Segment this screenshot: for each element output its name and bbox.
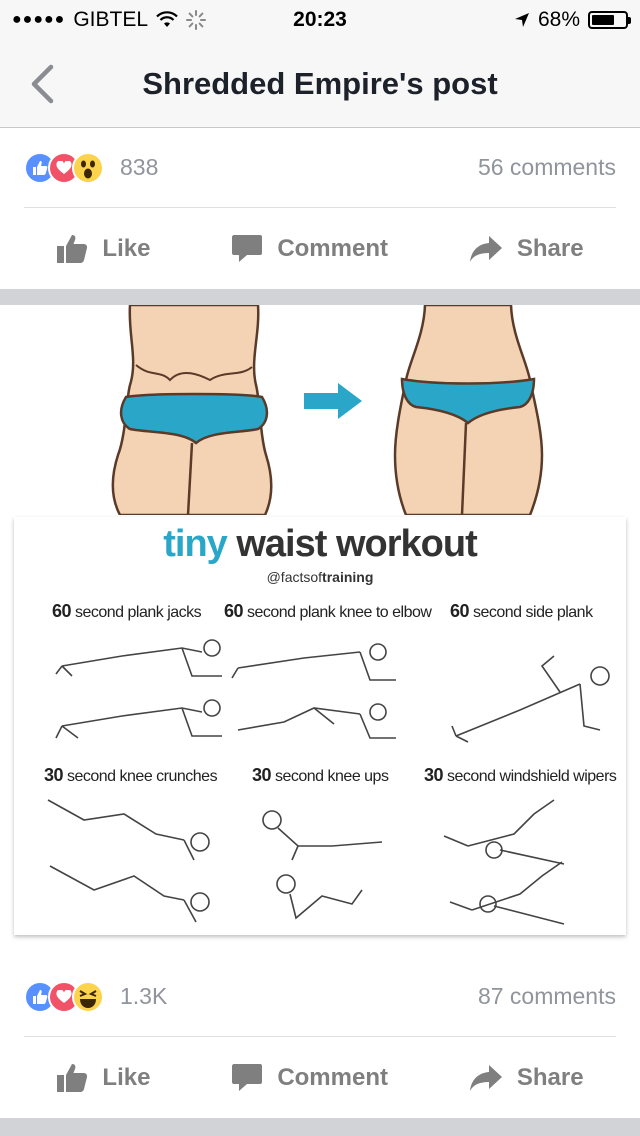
nav-bar: Shredded Empire's post [0, 40, 640, 128]
workout-handle: @factsoftraining [14, 569, 626, 585]
reactions-summary-2: 1.3K 87 comments [24, 957, 616, 1037]
workout-title-rest: waist workout [226, 523, 477, 565]
exercise-name: second knee crunches [63, 768, 218, 785]
signal-dots-icon: ●●●●● [12, 11, 66, 28]
workout-title-accent: tiny [163, 523, 228, 565]
windshield-wipers-figure-illustration [443, 799, 565, 925]
wifi-icon [156, 11, 178, 27]
comments-count-link[interactable]: 56 comments [478, 154, 616, 181]
side-plank-figure-illustration [451, 655, 610, 743]
exercise-knee-crunches: 30 second knee crunches [44, 765, 244, 935]
exercise-plank-knee-to-elbow: 60 second plank knee to elbow [224, 601, 432, 751]
exercise-side-plank: 60 second side plank [450, 601, 640, 751]
plank-figure-illustration [55, 639, 222, 739]
reactions-summary: 838 56 comments [24, 128, 616, 208]
exercise-name: second side plank [469, 604, 593, 621]
like-button[interactable]: Like [56, 1063, 150, 1093]
share-arrow-icon [469, 1065, 502, 1091]
knee-crunch-figure-illustration [47, 799, 210, 923]
exercise-seconds: 60 [450, 601, 470, 621]
workout-title: tiny waist workout [14, 523, 626, 566]
wow-reaction-icon [72, 151, 104, 184]
exercise-seconds: 30 [252, 765, 272, 785]
status-bar: ●●●●● GIBTEL 20:23 68% [0, 0, 640, 40]
battery-icon [588, 11, 631, 29]
post-divider [0, 289, 640, 305]
exercise-name: second plank knee to elbow [243, 604, 432, 621]
exercise-seconds: 30 [424, 765, 444, 785]
reactions-button-2[interactable]: 1.3K [24, 980, 168, 1013]
comments-count-link[interactable]: 87 comments [478, 983, 616, 1010]
share-label: Share [516, 235, 584, 262]
workout-card: tiny waist workout @factsoftraining 60 s… [14, 517, 626, 935]
thumbs-up-icon [57, 235, 88, 263]
plank-knee-figure-illustration [231, 643, 396, 739]
exercise-name: second plank jacks [71, 604, 202, 621]
reaction-count: 838 [120, 154, 159, 180]
exercise-knee-ups: 30 second knee ups [252, 765, 452, 935]
page-title: Shredded Empire's post [142, 65, 498, 101]
action-bar-2: Like Comment Share [0, 1038, 640, 1118]
haha-reaction-icon [72, 980, 104, 1013]
comment-label: Comment [277, 235, 388, 262]
share-button[interactable]: Share [469, 235, 584, 263]
comment-bubble-icon [232, 235, 263, 262]
exercise-name: second windshield wipers [443, 768, 617, 785]
battery-percent: 68% [537, 8, 580, 31]
battery-fill [592, 15, 614, 25]
share-button[interactable]: Share [469, 1064, 584, 1092]
action-bar: Like Comment Share [0, 209, 640, 289]
like-label: Like [102, 235, 151, 262]
chevron-left-icon [31, 64, 54, 104]
carrier-name: GIBTEL [73, 8, 149, 31]
exercise-seconds: 60 [52, 601, 72, 621]
share-label: Share [516, 1064, 584, 1091]
handle-bold: training [322, 569, 374, 585]
post-image[interactable]: tiny waist workout @factsoftraining 60 s… [0, 305, 640, 965]
comment-bubble-icon [232, 1064, 263, 1091]
knee-ups-figure-illustration [262, 810, 383, 920]
reaction-count: 1.3K [120, 983, 168, 1009]
thumbs-up-icon [57, 1064, 88, 1092]
before-after-illustration [111, 305, 544, 515]
exercise-seconds: 60 [224, 601, 244, 621]
location-arrow-icon [514, 13, 529, 27]
comment-button[interactable]: Comment [231, 234, 388, 264]
activity-spinner-icon [186, 10, 207, 30]
like-button[interactable]: Like [56, 234, 150, 264]
exercise-name: second knee ups [271, 768, 389, 785]
reactions-button[interactable]: 838 [24, 151, 159, 184]
handle-prefix: @factsof [266, 569, 323, 585]
comment-label: Comment [277, 1064, 388, 1091]
comment-button[interactable]: Comment [231, 1063, 388, 1093]
post-divider-2 [0, 1118, 640, 1136]
back-button[interactable] [22, 64, 62, 104]
exercise-plank-jacks: 60 second plank jacks [52, 601, 252, 751]
share-arrow-icon [469, 236, 502, 262]
exercise-windshield-wipers: 30 second windshield wipers [424, 765, 624, 935]
exercise-seconds: 30 [44, 765, 64, 785]
like-label: Like [102, 1064, 151, 1091]
